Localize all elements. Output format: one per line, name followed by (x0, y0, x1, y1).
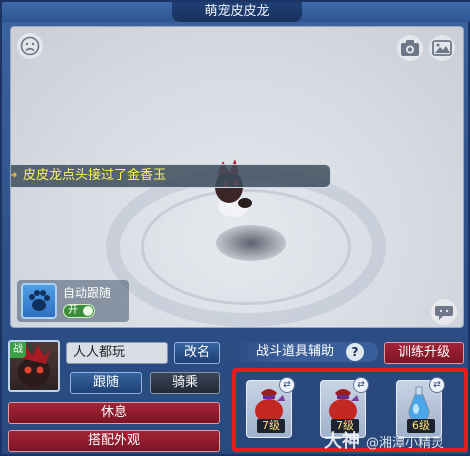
item-slot-1[interactable]: ⇄ 7级 (246, 377, 295, 438)
notification-bar: ➜ 皮皮龙点头接过了金香玉 (11, 164, 331, 188)
pet-scene: ➜ 皮皮龙点头接过了金香玉 自动跟随 开 (10, 26, 464, 328)
sad-face-icon[interactable] (17, 33, 43, 59)
pet-window: 萌宠皮皮龙 ➜ 皮皮龙点头接过了金香玉 (0, 0, 470, 456)
picture-icon[interactable] (429, 35, 455, 61)
help-icon[interactable]: ? (346, 343, 364, 361)
watermark-brand: 大神 (324, 431, 360, 452)
ride-button[interactable]: 骑乘 (150, 372, 220, 394)
battle-tag: 战 (10, 342, 26, 358)
auto-follow-toggle[interactable]: 开 (63, 304, 95, 318)
pet-portrait[interactable]: 战 (8, 340, 60, 392)
item-level: 7级 (257, 419, 285, 433)
toggle-text: 开 (68, 305, 78, 316)
follow-button[interactable]: 跟随 (70, 372, 142, 394)
train-upgrade-button[interactable]: 训练升级 (384, 342, 464, 364)
assist-label-text: 战斗道具辅助 (256, 344, 335, 359)
appearance-button[interactable]: 搭配外观 (8, 430, 220, 452)
arrow-icon: ➜ (11, 170, 19, 182)
speech-bubble-icon[interactable] (431, 299, 457, 325)
pet-shadow (216, 225, 286, 261)
auto-follow-panel: 自动跟随 开 (17, 280, 129, 322)
toggle-knob (83, 306, 93, 316)
window-title: 萌宠皮皮龙 (172, 2, 302, 22)
camera-icon[interactable] (397, 35, 423, 61)
rename-button[interactable]: 改名 (174, 342, 220, 364)
watermark-text: @湘潭小精灵 (366, 436, 445, 451)
swap-icon[interactable]: ⇄ (429, 377, 445, 393)
swap-icon[interactable]: ⇄ (279, 377, 295, 393)
title-bar: 萌宠皮皮龙 (2, 2, 470, 22)
pet-name-field[interactable]: 人人都玩 (66, 342, 168, 364)
paw-icon[interactable] (21, 283, 57, 319)
auto-follow-label: 自动跟随 (63, 286, 112, 300)
rest-button[interactable]: 休息 (8, 402, 220, 424)
watermark: 大神 @湘潭小精灵 (324, 430, 470, 454)
swap-icon[interactable]: ⇄ (353, 377, 369, 393)
notification-text: 皮皮龙点头接过了金香玉 (23, 168, 167, 183)
